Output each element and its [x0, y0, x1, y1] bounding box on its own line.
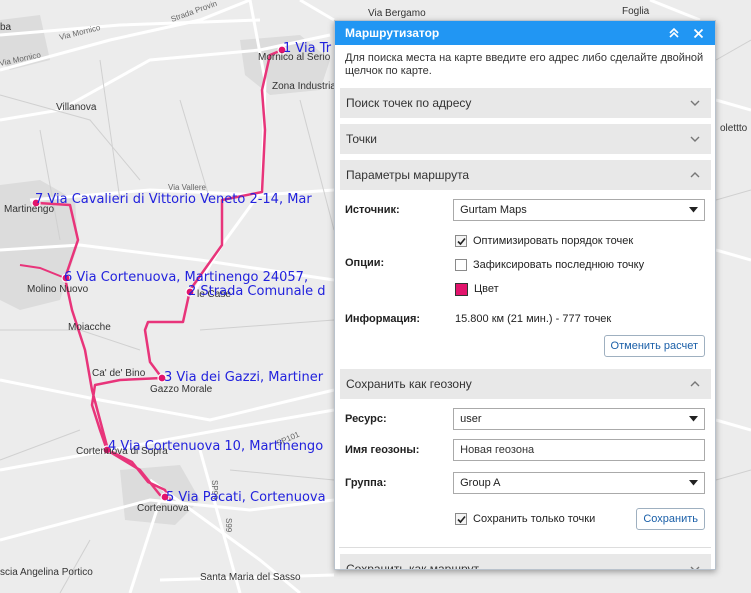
- color-option-label: Цвет: [474, 283, 499, 295]
- waypoint-label-5: 5 Via Pacati, Cortenuova: [166, 490, 326, 505]
- fix-last-option[interactable]: Зафиксировать последнюю точку: [455, 256, 644, 274]
- resource-select[interactable]: user: [453, 408, 705, 430]
- section-points-label: Точки: [346, 132, 378, 146]
- section-route-params-label: Параметры маршрута: [346, 168, 470, 182]
- section-route-params[interactable]: Параметры маршрута: [340, 160, 711, 190]
- geofence-name-label: Имя геозоны:: [345, 444, 420, 456]
- section-save-route-label: Сохранить как маршрут: [346, 562, 479, 570]
- road-via-vallere: Via Vallere: [168, 183, 207, 192]
- chevron-up-icon: [690, 172, 700, 178]
- source-row: Источник: Gurtam Maps: [335, 196, 715, 224]
- place-molino-nuovo: Molino Nuovo: [27, 284, 89, 295]
- panel-hint: Для поиска места на карте введите его ад…: [345, 52, 704, 77]
- section-save-geofence-label: Сохранить как геозону: [346, 377, 472, 391]
- fix-last-checkbox[interactable]: [455, 259, 467, 271]
- close-icon[interactable]: [689, 24, 707, 42]
- waypoint-label-3: 3 Via dei Gazzi, Martiner: [164, 370, 324, 385]
- geofence-name-row: Имя геозоны:: [335, 436, 715, 464]
- chevron-up-icon: [690, 381, 700, 387]
- place-villanova: Villanova: [56, 102, 97, 113]
- options-list: Оптимизировать порядок точек Зафиксирова…: [455, 232, 644, 298]
- section-address-search-label: Поиск точек по адресу: [346, 96, 472, 110]
- optimize-option-label: Оптимизировать порядок точек: [473, 235, 634, 247]
- optimize-checkbox[interactable]: [455, 235, 467, 247]
- options-row: Опции: Оптимизировать порядок точек Зафи…: [335, 232, 715, 298]
- waypoint-label-7: 7 Via Cavalieri di Vittorio Veneto 2-14,…: [35, 192, 312, 207]
- place-via-bergamo: Via Bergamo: [368, 8, 426, 19]
- color-option[interactable]: Цвет: [455, 280, 644, 298]
- options-label: Опции:: [345, 257, 385, 269]
- place-ca-de-bino: Ca' de' Bino: [92, 368, 146, 379]
- source-label: Источник:: [345, 204, 400, 216]
- place-moiacche: Moiacche: [68, 322, 111, 333]
- section-address-search[interactable]: Поиск точек по адресу: [340, 88, 711, 118]
- waypoint-label-2: 2 Strada Comunale d: [188, 284, 326, 299]
- place-santa-maria: Santa Maria del Sasso: [200, 572, 301, 583]
- resource-row: Ресурс: user: [335, 405, 715, 433]
- road-s99: S99: [224, 518, 233, 533]
- section-save-route[interactable]: Сохранить как маршрут: [340, 554, 711, 570]
- place-foglia: Foglia: [622, 6, 650, 17]
- source-value: Gurtam Maps: [460, 204, 527, 216]
- place-santa-angelina: scia Angelina Portico: [0, 567, 93, 578]
- section-save-geofence[interactable]: Сохранить как геозону: [340, 369, 711, 399]
- route-color-swatch[interactable]: [455, 282, 468, 296]
- group-label: Группа:: [345, 477, 387, 489]
- points-only-checkbox[interactable]: [455, 513, 467, 525]
- dropdown-arrow-icon: [689, 416, 698, 422]
- source-select[interactable]: Gurtam Maps: [453, 199, 705, 221]
- geofence-name-input[interactable]: [453, 439, 705, 461]
- save-geofence-button[interactable]: Сохранить: [636, 508, 705, 530]
- dropdown-arrow-icon: [689, 480, 698, 486]
- info-label: Информация:: [345, 313, 421, 325]
- chevron-down-icon: [690, 136, 700, 142]
- resource-label: Ресурс:: [345, 413, 387, 425]
- fix-last-option-label: Зафиксировать последнюю точку: [473, 259, 645, 271]
- save-row: Сохранить только точки Сохранить: [335, 505, 715, 533]
- place-oletto: olettto: [720, 123, 748, 134]
- points-only-label: Сохранить только точки: [473, 513, 596, 525]
- dropdown-arrow-icon: [689, 207, 698, 213]
- cancel-calculation-button[interactable]: Отменить расчет: [603, 335, 705, 357]
- group-select[interactable]: Group A: [453, 472, 705, 494]
- info-value: 15.800 км (21 мин.) - 777 точек: [455, 313, 612, 325]
- place-ba: ba: [0, 22, 12, 33]
- checkmark-icon: [456, 515, 466, 523]
- panel-title: Маршрутизатор: [345, 26, 440, 40]
- checkmark-icon: [456, 237, 466, 245]
- waypoint-label-4: 4 Via Cortenuova 10, Martinengo: [108, 439, 323, 454]
- cancel-row: Отменить расчет: [335, 335, 715, 357]
- place-gazzo-morale: Gazzo Morale: [150, 384, 213, 395]
- optimize-option[interactable]: Оптимизировать порядок точек: [455, 232, 644, 250]
- panel-titlebar[interactable]: Маршрутизатор: [335, 21, 715, 45]
- section-points[interactable]: Точки: [340, 124, 711, 154]
- waypoint-label-6: 6 Via Cortenuova, Martinengo 24057,: [64, 270, 308, 285]
- group-value: Group A: [460, 477, 501, 489]
- chevron-down-icon: [690, 566, 700, 569]
- chevron-down-icon: [690, 100, 700, 106]
- waypoint-label-1: 1 Via Tr: [283, 41, 332, 56]
- resource-value: user: [460, 413, 482, 425]
- points-only-option[interactable]: Сохранить только точки: [455, 510, 636, 528]
- collapse-up-icon[interactable]: [665, 24, 683, 42]
- group-row: Группа: Group A: [335, 469, 715, 497]
- routing-panel: Маршрутизатор Для поиска места на карте …: [334, 20, 716, 570]
- info-row: Информация: 15.800 км (21 мин.) - 777 то…: [335, 308, 715, 330]
